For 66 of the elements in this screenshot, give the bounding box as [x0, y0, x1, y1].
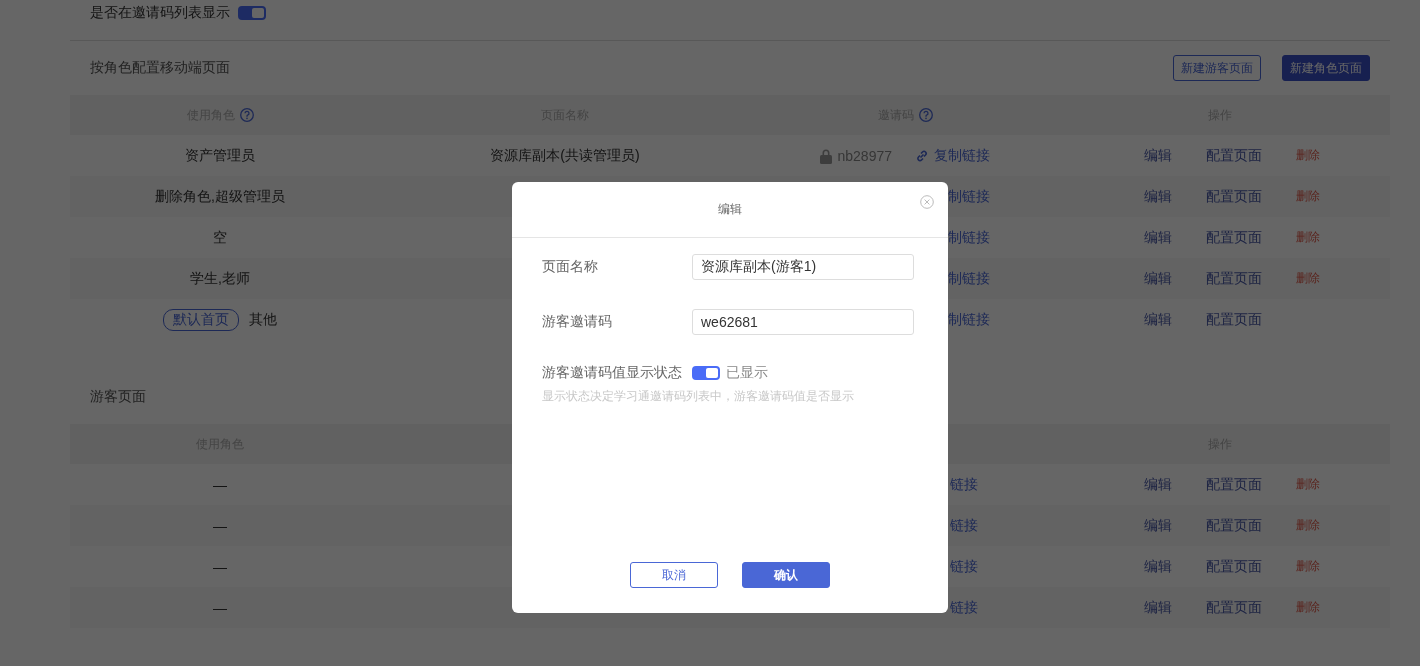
table-cell: —: [213, 476, 227, 493]
table-cell: —: [213, 599, 227, 616]
edit-link[interactable]: 编辑: [1144, 557, 1172, 576]
copy-link[interactable]: 制链接: [948, 269, 990, 288]
table-cell: 删除角色,超级管理员: [155, 187, 285, 206]
configure-page-link[interactable]: 配置页面: [1206, 475, 1262, 494]
table-cell: 其他: [249, 310, 277, 329]
delete-link[interactable]: 删除: [1296, 270, 1320, 287]
close-icon[interactable]: [920, 195, 934, 209]
configure-page-link[interactable]: 配置页面: [1206, 516, 1262, 535]
configure-page-link[interactable]: 配置页面: [1206, 228, 1262, 247]
delete-link[interactable]: 删除: [1296, 188, 1320, 205]
configure-page-link[interactable]: 配置页面: [1206, 598, 1262, 617]
copy-link[interactable]: 制链接: [948, 228, 990, 247]
toggle-switch[interactable]: [238, 6, 266, 20]
help-icon[interactable]: [918, 108, 933, 122]
copy-link[interactable]: 复制链接: [934, 146, 990, 165]
field-label: 游客邀请码值显示状态: [542, 364, 682, 382]
default-home-badge: 默认首页: [163, 308, 239, 331]
configure-page-link[interactable]: 配置页面: [1206, 557, 1262, 576]
cancel-button[interactable]: 取消: [630, 562, 718, 588]
configure-page-link[interactable]: 配置页面: [1206, 146, 1262, 165]
configure-page-link[interactable]: 配置页面: [1206, 269, 1262, 288]
copy-link[interactable]: 制链接: [948, 310, 990, 329]
toggle-state: 已显示: [726, 364, 768, 382]
delete-link[interactable]: 删除: [1296, 147, 1320, 164]
new-guest-page-button[interactable]: 新建游客页面: [1173, 55, 1261, 81]
section-title: 按角色配置移动端页面: [90, 59, 230, 77]
delete-link[interactable]: 删除: [1296, 517, 1320, 534]
confirm-button[interactable]: 确认: [742, 562, 830, 588]
table-cell: 学生,老师: [190, 269, 250, 288]
delete-link[interactable]: 删除: [1296, 599, 1320, 616]
field-label: 页面名称: [542, 258, 599, 276]
setting-label: 是否在邀请码列表显示: [90, 4, 230, 22]
table-cell: 资产管理员: [185, 146, 255, 165]
table-cell: —: [213, 517, 227, 534]
delete-link[interactable]: 删除: [1296, 558, 1320, 575]
field-label: 游客邀请码: [542, 313, 613, 331]
input-field[interactable]: 资源库副本(游客1): [692, 254, 914, 280]
copy-link[interactable]: 链接: [950, 475, 978, 494]
table-cell: —: [213, 558, 227, 575]
edit-link[interactable]: 编辑: [1144, 516, 1172, 535]
copy-link[interactable]: 链接: [950, 557, 978, 576]
section-title: 游客页面: [90, 388, 146, 406]
table-cell: 空: [213, 228, 227, 247]
input-field[interactable]: we62681: [692, 309, 914, 335]
edit-link[interactable]: 编辑: [1144, 269, 1172, 288]
edit-link[interactable]: 编辑: [1144, 228, 1172, 247]
delete-link[interactable]: 删除: [1296, 229, 1320, 246]
delete-link[interactable]: 删除: [1296, 476, 1320, 493]
edit-link[interactable]: 编辑: [1144, 146, 1172, 165]
toggle-switch[interactable]: [692, 366, 720, 380]
help-icon[interactable]: [239, 108, 254, 122]
copy-link[interactable]: 链接: [950, 598, 978, 617]
copy-link[interactable]: 链接: [950, 516, 978, 535]
edit-link[interactable]: 编辑: [1144, 187, 1172, 206]
new-role-page-button[interactable]: 新建角色页面: [1282, 55, 1370, 81]
edit-link[interactable]: 编辑: [1144, 598, 1172, 617]
configure-page-link[interactable]: 配置页面: [1206, 187, 1262, 206]
link-icon: [916, 149, 928, 162]
dialog-title: 编辑: [718, 201, 742, 218]
edit-link[interactable]: 编辑: [1144, 310, 1172, 329]
edit-link[interactable]: 编辑: [1144, 475, 1172, 494]
configure-page-link[interactable]: 配置页面: [1206, 310, 1262, 329]
table-cell: 资源库副本(共读管理员): [490, 146, 640, 163]
copy-link[interactable]: 制链接: [948, 187, 990, 206]
